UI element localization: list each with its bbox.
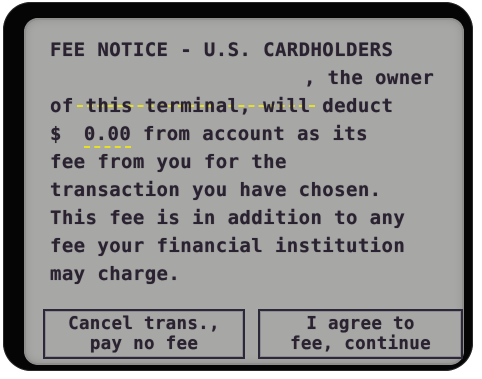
atm-screen: FEE NOTICE - U.S. CARDHOLDERS , the owne…	[24, 18, 464, 365]
agree-button-line1: I agree to	[306, 314, 415, 334]
atm-bezel: FEE NOTICE - U.S. CARDHOLDERS , the owne…	[3, 2, 473, 371]
notice-addition-line: This fee is in addition to any	[50, 207, 406, 229]
notice-terminal-line: of this terminal, will deduct	[50, 95, 394, 117]
notice-title: FEE NOTICE - U.S. CARDHOLDERS	[50, 39, 394, 61]
cancel-button-line2: pay no fee	[89, 334, 199, 354]
cancel-transaction-button[interactable]: Cancel trans., pay no fee	[43, 309, 245, 359]
agree-button-line2: fee, continue	[290, 334, 431, 354]
notice-fee-from-line: fee from you for the	[50, 151, 287, 173]
currency-symbol: $	[50, 123, 62, 145]
notice-fee-suffix: from account as its	[131, 123, 368, 145]
fee-amount: 0.00	[83, 123, 132, 148]
notice-transaction-line: transaction you have chosen.	[50, 179, 382, 201]
notice-owner-suffix: , the owner	[304, 67, 435, 89]
notice-institution-line: fee your financial institution	[50, 235, 406, 257]
notice-fee-line: $0.00 from account as its	[50, 121, 368, 149]
cancel-button-line1: Cancel trans.,	[68, 314, 220, 334]
notice-may-charge-line: may charge.	[50, 263, 181, 285]
agree-fee-button[interactable]: I agree to fee, continue	[258, 309, 463, 359]
